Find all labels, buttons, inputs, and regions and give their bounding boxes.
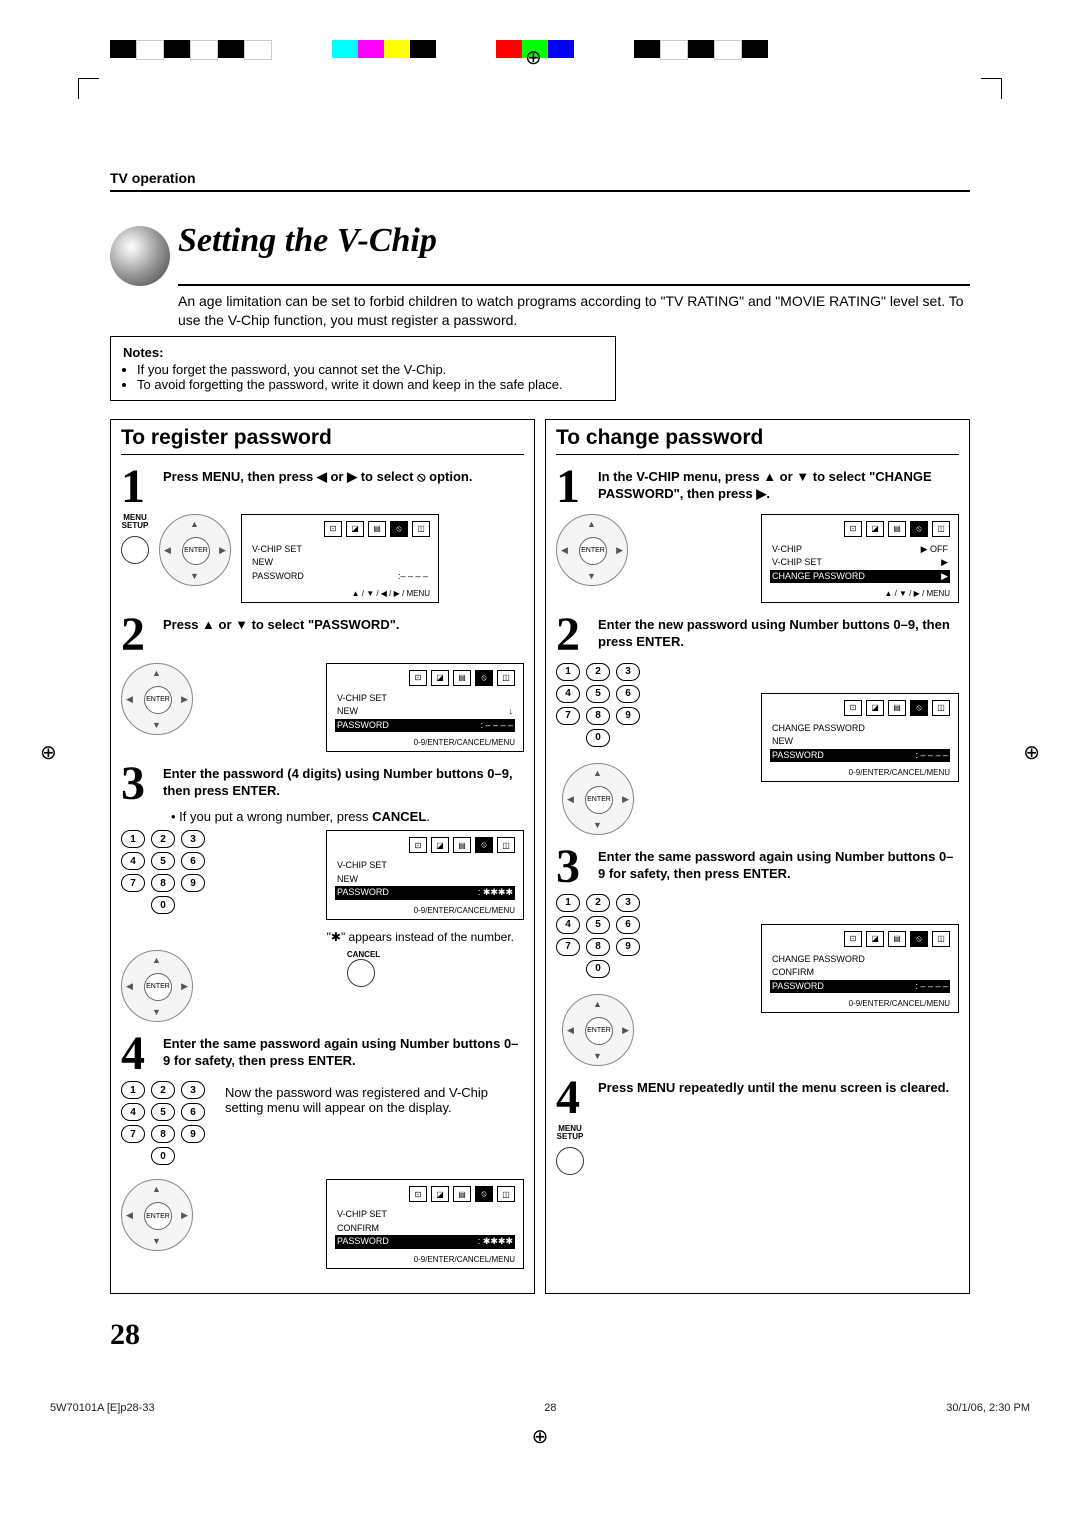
osd-screen: ⊡◪▤⦸◫ V-CHIP SET NEW PASSWORD:– – – – ▲ … bbox=[241, 514, 439, 604]
keypad-icon: 123 456 789 0 bbox=[556, 663, 640, 751]
notes-heading: Notes: bbox=[123, 345, 603, 360]
footer-right: 30/1/06, 2:30 PM bbox=[946, 1402, 1030, 1414]
keypad-icon: 123 456 789 0 bbox=[556, 894, 640, 982]
title-row: Setting the V-Chip bbox=[110, 222, 970, 286]
step-number: 4 bbox=[121, 1032, 163, 1075]
intro-text: An age limitation can be set to forbid c… bbox=[178, 292, 970, 330]
osd-screen: ⊡◪▤⦸◫ V-CHIP SET CONFIRM PASSWORD: ✱✱✱✱ … bbox=[326, 1179, 524, 1269]
step-number: 2 bbox=[556, 613, 598, 656]
page-content: TV operation Setting the V-Chip An age l… bbox=[0, 60, 1080, 1382]
page-number: 28 bbox=[110, 1318, 970, 1352]
nav-pad-icon: ▲▼ ◀▶ ENTER bbox=[562, 994, 634, 1066]
nav-pad-icon: ▲▼ ◀▶ ENTER bbox=[556, 514, 628, 586]
step-number: 1 bbox=[121, 465, 163, 508]
step-note: Now the password was registered and V-Ch… bbox=[225, 1085, 524, 1115]
step-text: Enter the same password again using Numb… bbox=[598, 845, 959, 888]
note-item: To avoid forgetting the password, write … bbox=[137, 377, 603, 392]
notes-box: Notes: If you forget the password, you c… bbox=[110, 336, 616, 401]
color-bar bbox=[110, 40, 768, 58]
step-text: Press MENU repeatedly until the menu scr… bbox=[598, 1076, 959, 1119]
step-text: Press ▲ or ▼ to select "PASSWORD". bbox=[163, 613, 524, 656]
footer-info: 5W70101A [E]p28-33 28 30/1/06, 2:30 PM bbox=[50, 1402, 1030, 1414]
keypad-icon: 123 456 789 0 bbox=[121, 1081, 205, 1169]
osd-screen: ⊡◪▤⦸◫ CHANGE PASSWORD CONFIRM PASSWORD: … bbox=[761, 924, 959, 1014]
menu-label: MENUSETUP bbox=[122, 514, 149, 530]
keypad-icon: 123 456 789 0 bbox=[121, 830, 205, 918]
registration-mark-bottom: ⊕ bbox=[0, 1424, 1080, 1449]
column-heading: To change password bbox=[556, 426, 959, 455]
step-text: Press MENU, then press ◀ or ▶ to select … bbox=[163, 465, 524, 508]
step-number: 3 bbox=[556, 845, 598, 888]
cancel-button-icon bbox=[347, 959, 375, 987]
sphere-icon bbox=[110, 226, 170, 286]
step-number: 2 bbox=[121, 613, 163, 656]
nav-pad-icon: ▲▼ ◀▶ ENTER bbox=[159, 514, 231, 586]
step-number: 3 bbox=[121, 762, 163, 805]
asterisk-note: "✱" appears instead of the number. bbox=[121, 930, 514, 944]
menu-button-icon bbox=[556, 1147, 584, 1175]
change-password-column: To change password 1 In the V-CHIP menu,… bbox=[545, 419, 970, 1294]
page-title: Setting the V-Chip bbox=[178, 222, 970, 286]
menu-button-icon bbox=[121, 536, 149, 564]
nav-pad-icon: ▲▼ ◀▶ ENTER bbox=[121, 1179, 193, 1251]
cancel-label: CANCEL bbox=[347, 950, 380, 959]
step-number: 4 bbox=[556, 1076, 598, 1119]
step-text: Enter the password (4 digits) using Numb… bbox=[163, 762, 524, 805]
nav-pad-icon: ▲▼ ◀▶ ENTER bbox=[562, 763, 634, 835]
print-marks: ⊕ bbox=[0, 0, 1080, 60]
column-heading: To register password bbox=[121, 426, 524, 455]
osd-screen: ⊡◪▤⦸◫ V-CHIP SET NEW↓ PASSWORD: – – – – … bbox=[326, 663, 524, 753]
step-text: Enter the new password using Number butt… bbox=[598, 613, 959, 656]
step-number: 1 bbox=[556, 465, 598, 508]
section-header: TV operation bbox=[110, 170, 970, 192]
osd-screen: ⊡◪▤⦸◫ CHANGE PASSWORD NEW PASSWORD: – – … bbox=[761, 693, 959, 783]
step-text: In the V-CHIP menu, press ▲ or ▼ to sele… bbox=[598, 465, 959, 508]
footer-left: 5W70101A [E]p28-33 bbox=[50, 1402, 155, 1414]
osd-screen: ⊡◪▤⦸◫ V-CHIP▶ OFF V-CHIP SET▶ CHANGE PAS… bbox=[761, 514, 959, 604]
menu-label: MENUSETUP bbox=[557, 1125, 584, 1141]
osd-screen: ⊡◪▤⦸◫ V-CHIP SET NEW PASSWORD: ✱✱✱✱ 0-9/… bbox=[326, 830, 524, 920]
note-item: If you forget the password, you cannot s… bbox=[137, 362, 603, 377]
step-text: Enter the same password again using Numb… bbox=[163, 1032, 524, 1075]
nav-pad-icon: ▲▼ ◀▶ ENTER bbox=[121, 663, 193, 735]
register-password-column: To register password 1 Press MENU, then … bbox=[110, 419, 535, 1294]
nav-pad-icon: ▲▼ ◀▶ ENTER bbox=[121, 950, 193, 1022]
footer-center: 28 bbox=[544, 1402, 556, 1414]
